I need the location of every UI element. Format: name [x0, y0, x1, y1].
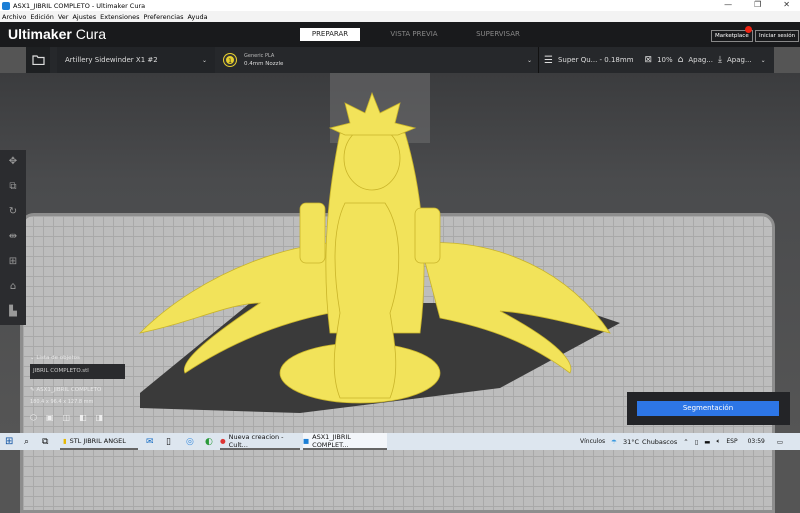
- open-file-button[interactable]: [26, 47, 50, 73]
- adhesion-icon: ⤓: [718, 55, 722, 65]
- system-tray: Vínculos ☂ 31°C Chubascos ⌃ ▯ ▬ 🔈︎ ESP 0…: [580, 433, 783, 450]
- material-name: Generic PLA: [244, 53, 275, 59]
- view-front-icon[interactable]: ▣: [46, 413, 54, 422]
- printer-selector[interactable]: Artillery Sidewinder X1 #2 ⌄: [57, 47, 215, 73]
- temperature[interactable]: 31°C: [623, 438, 639, 446]
- device-icon[interactable]: ▯: [695, 438, 699, 446]
- view-3d-icon[interactable]: ⬡: [30, 413, 37, 422]
- model-head: [343, 125, 401, 191]
- scale-tool-icon[interactable]: ⧉: [7, 180, 19, 194]
- menu-bar: Archivo Edición Ver Ajustes Extensiones …: [0, 11, 800, 22]
- menu-ajustes[interactable]: Ajustes: [72, 13, 96, 21]
- clock[interactable]: 03:59: [748, 438, 765, 445]
- task-view-icon[interactable]: ⧉: [42, 433, 48, 450]
- menu-edicion[interactable]: Edición: [30, 13, 54, 21]
- search-icon[interactable]: ⌕: [24, 433, 29, 450]
- extruder-icon: 1: [224, 54, 236, 66]
- cura-app-icon: ■: [303, 436, 310, 445]
- language-indicator[interactable]: ESP: [726, 438, 737, 445]
- view-left-icon[interactable]: ◧: [79, 413, 87, 422]
- object-list-panel: ⌄ Lista de objetos JIBRIL COMPLETO.stl ✎…: [30, 355, 125, 422]
- rotate-tool-icon[interactable]: ↻: [7, 205, 19, 219]
- view-right-icon[interactable]: ◨: [96, 413, 104, 422]
- adhesion-value: Apag...: [726, 56, 752, 64]
- taskbar-item-chrome[interactable]: ● Nueva creacion - Cult...: [220, 433, 300, 450]
- weather-icon: ☂: [611, 437, 617, 446]
- object-name[interactable]: ✎ ASX1_JIBRIL COMPLETO: [30, 387, 125, 393]
- print-settings-selector[interactable]: ☰ Super Qu... - 0.18mm ⊠ 10% ⌂ Apag... ⤓…: [544, 47, 766, 73]
- marketplace-badge: [745, 26, 752, 33]
- folder-icon: ▮: [63, 436, 67, 445]
- support-blocker-icon[interactable]: ⌂: [7, 280, 19, 294]
- infill-value: 10%: [657, 56, 673, 64]
- window-title: ASX1_JIBRIL COMPLETO - Ultimaker Cura: [13, 1, 146, 10]
- chevron-down-icon: ⌄: [201, 56, 207, 64]
- model-cup: [299, 202, 326, 264]
- cura-app-icon: [2, 1, 10, 10]
- tab-supervisar[interactable]: SUPERVISAR: [468, 28, 528, 41]
- sliders-icon: ☰: [544, 54, 553, 66]
- app-header: Ultimaker Cura PREPARAR VISTA PREVIA SUP…: [0, 22, 800, 47]
- object-dimensions: 180.4 x 96.4 x 127.8 mm: [30, 399, 94, 405]
- ruler-tool-icon[interactable]: ▙: [7, 305, 19, 319]
- slice-panel: Segmentación: [627, 392, 790, 425]
- volume-icon[interactable]: 🔈︎: [716, 437, 720, 446]
- printer-name: Artillery Sidewinder X1 #2: [65, 56, 158, 64]
- menu-archivo[interactable]: Archivo: [2, 13, 26, 21]
- model-cup: [414, 207, 441, 264]
- folder-icon: [31, 55, 45, 65]
- slice-button[interactable]: Segmentación: [637, 401, 779, 416]
- windows-taskbar: ⊞ ⌕ ⧉ ▮ STL JIBRIL ANGEL ✉ ▯ ◎ ◐ ● Nueva c…: [0, 433, 800, 450]
- weather-text[interactable]: Chubascos: [642, 438, 677, 446]
- battery-icon[interactable]: ▬: [704, 438, 710, 446]
- minimize-button[interactable]: —: [724, 0, 732, 9]
- mirror-tool-icon[interactable]: ⇹: [7, 230, 19, 244]
- links-toolbar[interactable]: Vínculos: [580, 438, 605, 445]
- close-button[interactable]: ✕: [783, 0, 790, 9]
- title-bar: ASX1_JIBRIL COMPLETO - Ultimaker Cura — …: [0, 0, 800, 11]
- per-model-settings-icon[interactable]: ⊞: [7, 255, 19, 269]
- view-top-icon[interactable]: ◫: [63, 413, 71, 422]
- infill-icon: ⊠: [644, 55, 653, 65]
- menu-ayuda[interactable]: Ayuda: [187, 13, 207, 21]
- menu-ver[interactable]: Ver: [58, 13, 69, 21]
- app-icon[interactable]: ▯: [166, 433, 171, 450]
- mail-icon[interactable]: ✉: [146, 433, 154, 450]
- notifications-icon[interactable]: ▭: [777, 438, 783, 446]
- object-list-toggle[interactable]: ⌄ Lista de objetos: [30, 355, 125, 361]
- taskbar-item-cura[interactable]: ■ ASX1_JIBRIL COMPLET...: [303, 433, 387, 450]
- chevron-down-icon: ⌄: [760, 56, 766, 64]
- app-icon[interactable]: ◐: [205, 433, 213, 450]
- profile-name: Super Qu... - 0.18mm: [557, 56, 634, 64]
- material-selector[interactable]: 1 Generic PLA 0.4mm Nozzle ⌄: [221, 47, 538, 73]
- tab-vista-previa[interactable]: VISTA PREVIA: [384, 28, 444, 41]
- menu-preferencias[interactable]: Preferencias: [143, 13, 183, 21]
- tab-preparar[interactable]: PREPARAR: [300, 28, 360, 41]
- taskbar-item-folder[interactable]: ▮ STL JIBRIL ANGEL: [60, 433, 138, 450]
- move-tool-icon[interactable]: ✥: [7, 155, 19, 169]
- menu-extensiones[interactable]: Extensiones: [100, 13, 139, 21]
- nozzle-size: 0.4mm Nozzle: [244, 61, 284, 67]
- maximize-button[interactable]: ❐: [754, 0, 761, 9]
- support-icon: ⌂: [677, 55, 684, 65]
- chevron-up-icon[interactable]: ⌃: [683, 438, 688, 446]
- model-body: [333, 202, 400, 399]
- app-icon[interactable]: ◎: [186, 433, 194, 450]
- tools-sidebar: ✥ ⧉ ↻ ⇹ ⊞ ⌂ ▙: [0, 150, 26, 325]
- toolbar: Artillery Sidewinder X1 #2 ⌄ 1 Generic P…: [26, 47, 774, 73]
- chevron-down-icon: ⌄: [526, 56, 532, 64]
- chrome-icon: ●: [220, 436, 226, 445]
- model-halo: [328, 91, 417, 136]
- brand-logo: Ultimaker Cura: [8, 26, 107, 42]
- start-button[interactable]: ⊞: [5, 433, 13, 450]
- support-value: Apag...: [688, 56, 713, 64]
- login-button[interactable]: Iniciar sesión: [755, 30, 800, 42]
- object-list-item[interactable]: JIBRIL COMPLETO.stl: [30, 364, 125, 379]
